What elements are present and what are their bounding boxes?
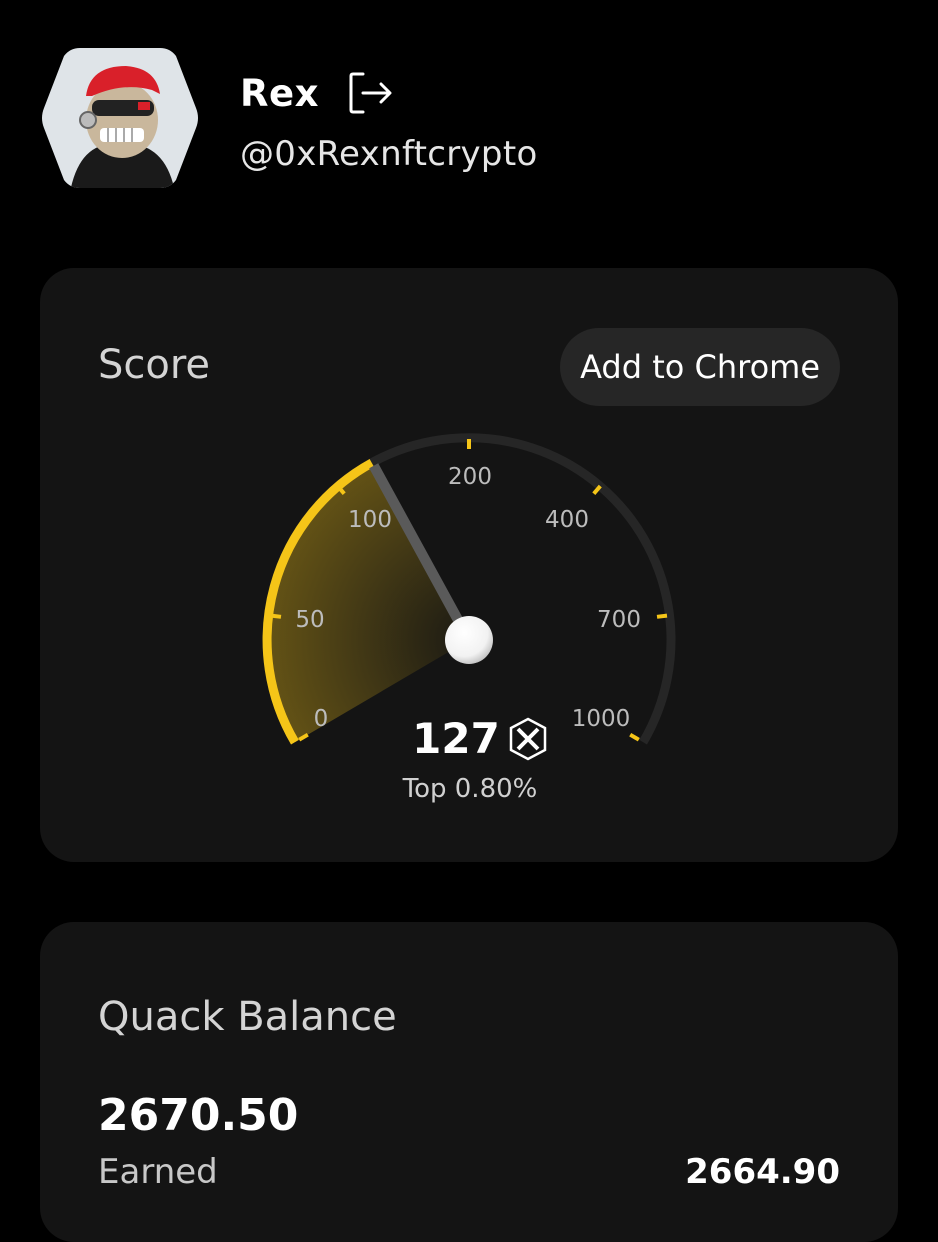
score-rank: Top 0.80% [402,774,538,804]
score-value: 127 [400,714,560,763]
gauge-tick [270,613,282,619]
avatar[interactable] [40,44,200,192]
gauge-tick-label: 1000 [572,706,631,732]
score-number: 127 [412,714,500,763]
name-row: Rex [240,68,395,118]
earned-label: Earned [98,1152,218,1192]
balance-value: 2670.50 [98,1090,299,1141]
gauge-tick [656,613,668,619]
user-name: Rex [240,71,319,115]
profile-header: Rex @0xRexnftcrypto [40,44,900,194]
gauge-tick-label: 400 [545,507,589,533]
score-card: Score Add to Chrome 0 50 100 200 400 700… [40,268,898,862]
balance-card: Quack Balance 2670.50 Earned 2664.90 [40,922,898,1242]
gauge-sweep [267,462,469,743]
gauge-tick-label: 50 [295,607,324,633]
logout-icon[interactable] [347,70,395,116]
gauge-tick-label: 200 [448,464,492,490]
balance-title: Quack Balance [98,994,397,1040]
gauge-knob [445,616,493,664]
gauge-tick-label: 0 [314,706,329,732]
gauge-tick [629,732,640,742]
earned-value: 2664.90 [685,1152,840,1192]
user-handle: @0xRexnftcrypto [240,134,538,174]
xs-badge-icon [509,717,547,760]
score-gauge: 0 50 100 200 400 700 1000 [262,433,676,745]
gauge-tick-label: 700 [597,607,641,633]
gauge-tick-label: 100 [348,507,392,533]
